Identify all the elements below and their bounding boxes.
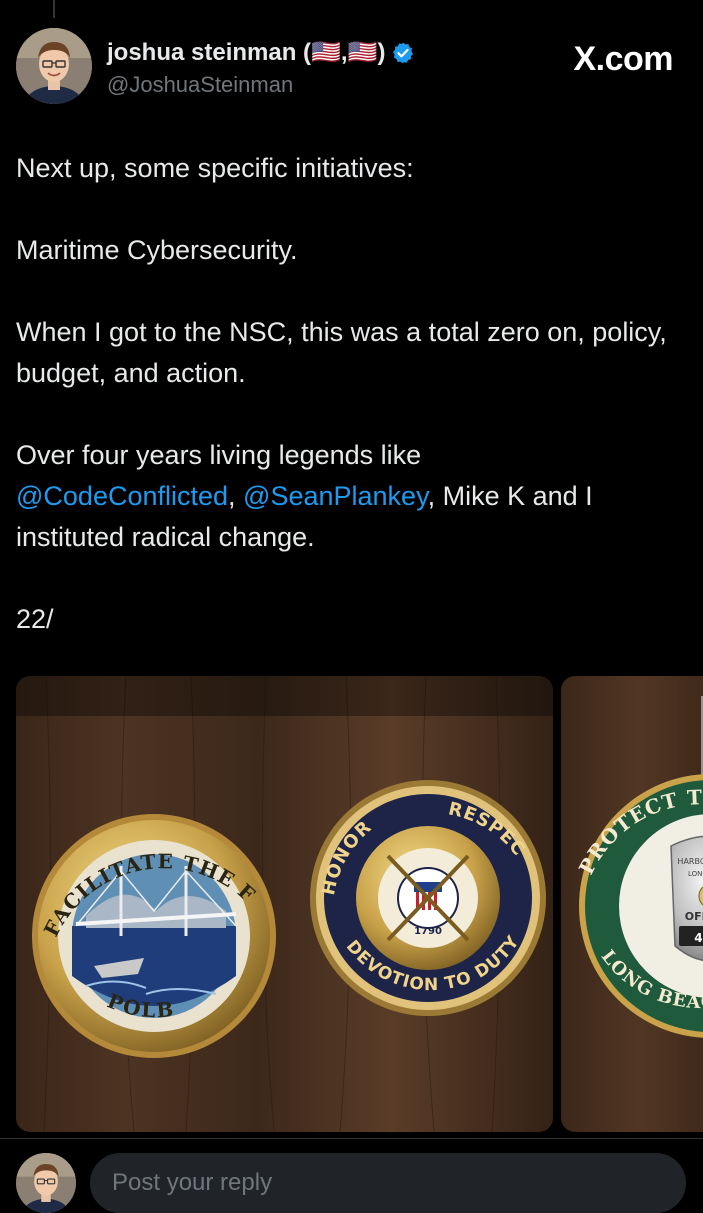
tweet-media-carousel: FACILITATE THE FLOW OF COMMERCE POLB: [16, 676, 703, 1132]
media-photo-2[interactable]: 4483 OFFICER HARBOR PATROL LONG BEACH PR…: [561, 676, 703, 1132]
thread-connector-line: [53, 0, 55, 18]
x-com-watermark: X.com: [573, 40, 673, 78]
mention-separator: ,: [228, 481, 244, 511]
viewer-avatar-image: [16, 1153, 76, 1213]
tweet-paragraph-4: Over four years living legends like @Cod…: [16, 435, 676, 558]
media-photo-1[interactable]: FACILITATE THE FLOW OF COMMERCE POLB: [16, 676, 553, 1132]
mention-seanplankey-link[interactable]: @SeanPlankey: [243, 481, 428, 511]
avatar-image: [16, 28, 92, 104]
author-name-row: joshua steinman (🇺🇸,🇺🇸): [107, 38, 415, 67]
tweet-paragraph-2: Maritime Cybersecurity.: [16, 235, 298, 265]
challenge-coins-photo: FACILITATE THE FLOW OF COMMERCE POLB: [16, 676, 553, 1132]
tweet-paragraph-3: When I got to the NSC, this was a total …: [16, 317, 667, 388]
author-display-name[interactable]: joshua steinman (🇺🇸,🇺🇸): [107, 38, 385, 67]
tweet-paragraph-1: Next up, some specific initiatives:: [16, 153, 414, 183]
badge-city-text: LONG BEACH: [688, 870, 703, 878]
viewer-avatar[interactable]: [16, 1153, 76, 1213]
thread-counter: 22/: [16, 604, 54, 634]
badge-number: 4483: [694, 931, 703, 945]
badge-harbor-patrol-text: HARBOR PATROL: [677, 857, 703, 866]
author-handle[interactable]: @JoshuaSteinman: [107, 72, 293, 98]
tweet-header: joshua steinman (🇺🇸,🇺🇸) @JoshuaSteinman …: [16, 28, 687, 108]
badge-rank-text: OFFICER: [685, 910, 703, 923]
author-avatar[interactable]: [16, 28, 92, 104]
tweet-paragraph-4-prefix: Over four years living legends like: [16, 440, 422, 470]
coin-2-year: 1790: [414, 926, 442, 937]
mention-codeconflicted-link[interactable]: @CodeConflicted: [16, 481, 228, 511]
long-beach-coin-photo: 4483 OFFICER HARBOR PATROL LONG BEACH PR…: [561, 676, 703, 1132]
verified-badge-icon: [391, 41, 415, 65]
tweet-text: Next up, some specific initiatives: Mari…: [16, 148, 676, 640]
reply-input[interactable]: [90, 1153, 686, 1213]
reply-composer-bar: [0, 1138, 703, 1213]
